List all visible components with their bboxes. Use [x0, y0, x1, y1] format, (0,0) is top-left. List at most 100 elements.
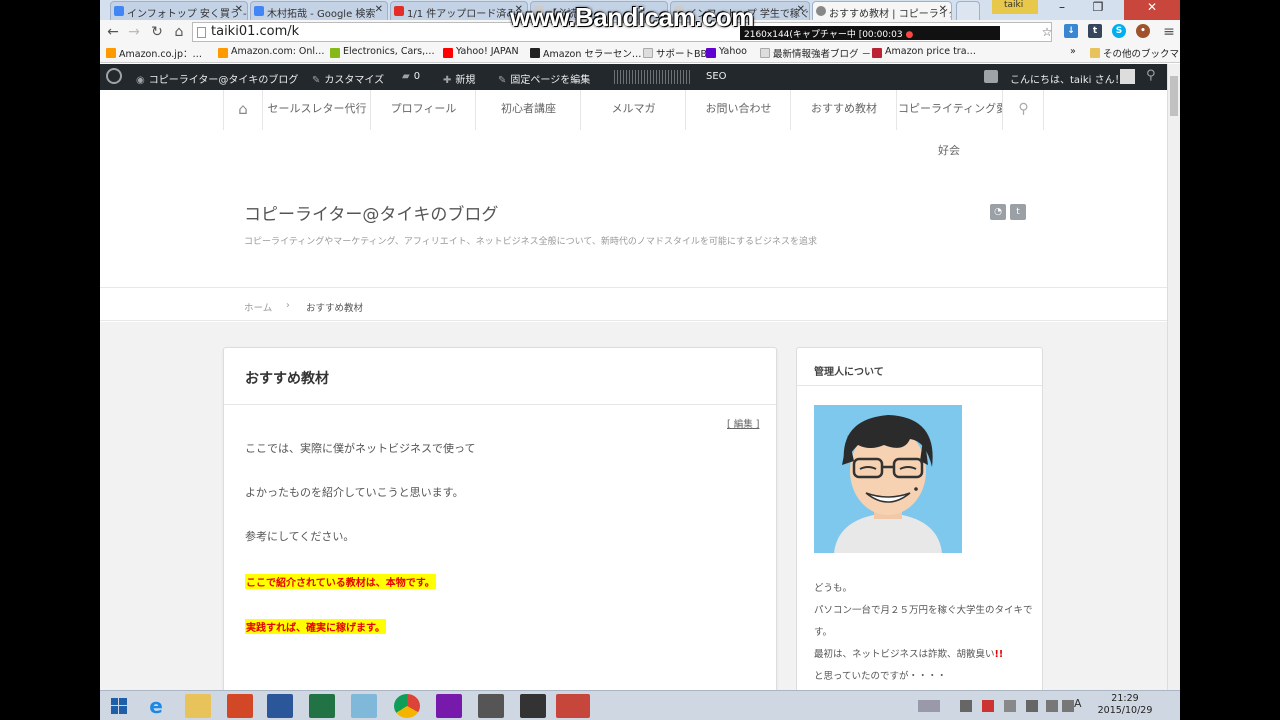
twitter-icon[interactable]: t [1010, 204, 1026, 220]
wordpress-icon[interactable] [106, 68, 122, 84]
admin-customize-link[interactable]: ✎ カスタマイズ [312, 71, 384, 86]
network-icon[interactable] [1046, 700, 1058, 712]
profile-badge[interactable]: taiki [992, 0, 1038, 14]
edit-link[interactable]: [ 編集 ] [727, 416, 759, 430]
bookmark-item[interactable]: Amazon.co.jp：… [106, 46, 202, 60]
bookmark-item[interactable]: Electronics, Cars,… [330, 46, 435, 58]
avatar[interactable] [1120, 69, 1135, 84]
tab-label: 1/1 件アップロード済み - [407, 9, 524, 20]
excel-icon[interactable] [309, 694, 335, 718]
internet-explorer-icon[interactable]: e [143, 694, 169, 718]
sidebar-text: 最初は、ネットビジネスは詐欺、胡散臭い!! [814, 649, 1004, 660]
bookmark-item[interactable]: 最新情報強者ブログ －… [760, 46, 881, 60]
admin-seo-link[interactable]: SEO [706, 71, 727, 82]
admin-edit-page-link[interactable]: ✎ 固定ページを編集 [498, 71, 590, 86]
home-icon[interactable]: ⌂ [170, 23, 188, 41]
rss-icon[interactable]: ◔ [990, 204, 1006, 220]
page-content: ⌂ セールスレター代行 プロフィール 初心者講座 メルマガ お問い合わせ おすす… [100, 90, 1167, 690]
bookmark-item[interactable]: Yahoo! JAPAN [443, 46, 519, 58]
bookmark-item[interactable]: サポートBB [643, 46, 707, 60]
highlight-text: ここで紹介されている教材は、本物です。 [245, 574, 436, 589]
taskbar-clock[interactable]: 21:29 2015/10/29 [1090, 693, 1160, 717]
nav-home-icon[interactable]: ⌂ [224, 90, 263, 130]
clock-date: 2015/10/29 [1097, 705, 1153, 716]
skype-extension-icon[interactable]: S [1112, 24, 1126, 38]
close-icon[interactable]: ✕ [797, 4, 805, 15]
extension-icon[interactable]: • [1136, 24, 1150, 38]
scrollbar-thumb[interactable] [1170, 76, 1178, 116]
keyboard-icon[interactable] [918, 700, 940, 712]
scrollbar[interactable] [1167, 64, 1180, 690]
tray-icon[interactable] [1004, 700, 1016, 712]
reload-button[interactable]: ↻ [148, 23, 166, 41]
tab[interactable]: 1/1 件アップロード済み - ✕ [390, 1, 528, 20]
admin-site-link[interactable]: ◉ コピーライター@タイキのブログ [136, 71, 298, 86]
breadcrumb-home[interactable]: ホーム [244, 300, 272, 314]
volume-icon[interactable] [1062, 700, 1074, 712]
close-window-button[interactable]: ✕ [1124, 0, 1180, 20]
powerpoint-icon[interactable] [227, 694, 253, 718]
page-icon [643, 48, 653, 58]
app-icon[interactable] [351, 694, 377, 718]
wp-admin-bar: ◉ コピーライター@タイキのブログ ✎ カスタマイズ ▰ 0 ✚ 新規 ✎ 固定ページを編… [100, 64, 1167, 90]
forward-button[interactable]: → [125, 23, 143, 41]
close-icon[interactable]: ✕ [375, 4, 383, 15]
nav-item-copywriting[interactable]: コピーライティング愛 [898, 90, 1003, 130]
nav-item-copywriting-overflow[interactable]: 好会 [938, 142, 960, 158]
nav-item-contact[interactable]: お問い合わせ [687, 90, 791, 130]
bookmark-star-icon[interactable]: ☆ [1038, 23, 1056, 41]
nav-item-beginner[interactable]: 初心者講座 [477, 90, 581, 130]
bookmark-item[interactable]: Amazon.com: Onl… [218, 46, 325, 58]
notification-icon[interactable] [984, 70, 998, 83]
nav-item-recommended[interactable]: おすすめ教材 [792, 90, 897, 130]
restore-button[interactable]: ❐ [1080, 0, 1116, 20]
file-explorer-icon[interactable] [185, 694, 211, 718]
chrome-icon[interactable] [394, 694, 420, 718]
admin-new-link[interactable]: ✚ 新規 [443, 71, 475, 86]
windows-start-icon[interactable] [106, 694, 132, 718]
tumblr-extension-icon[interactable]: t [1088, 24, 1102, 38]
download-extension-icon[interactable]: ↓ [1064, 24, 1078, 38]
author-avatar-image [814, 405, 962, 553]
nav-item-sales-letter[interactable]: セールスレター代行 [264, 90, 371, 130]
admin-comments-link[interactable]: ▰ 0 [402, 71, 420, 82]
app-icon[interactable] [478, 694, 504, 718]
bookmark-item[interactable]: Amazon price tra… [872, 46, 976, 58]
new-tab-button[interactable] [956, 1, 980, 20]
nav-item-profile[interactable]: プロフィール [372, 90, 476, 130]
close-icon[interactable]: ✕ [235, 4, 243, 15]
tray-icon[interactable] [982, 700, 994, 712]
taskbar: e A 21:29 2015/10/29 [100, 690, 1180, 720]
tab[interactable]: 木村拓哉 - Google 検索 ✕ [250, 1, 388, 20]
tray-icon[interactable] [960, 700, 972, 712]
tab-active[interactable]: おすすめ教材 | コピーライタ ✕ [812, 1, 952, 20]
onenote-icon[interactable] [436, 694, 462, 718]
plus-icon: ✚ [443, 75, 452, 86]
minimize-button[interactable]: – [1044, 0, 1080, 20]
nav-item-mailmag[interactable]: メルマガ [582, 90, 686, 130]
site-title[interactable]: コピーライター@タイキのブログ [244, 200, 498, 225]
bookmarks-overflow-button[interactable]: » [1070, 46, 1076, 57]
app-icon[interactable] [520, 694, 546, 718]
admin-account-link[interactable]: こんにちは、taiki さん！ [1010, 71, 1125, 86]
youtube-icon [394, 6, 404, 16]
bandicam-taskbar-icon[interactable] [556, 694, 590, 718]
bookmark-item[interactable]: Yahoo [706, 46, 747, 58]
tab[interactable]: インフォトップ 安く買う - Goo ✕ [110, 1, 248, 20]
close-icon[interactable]: ✕ [939, 4, 947, 15]
nav-search-icon[interactable]: ⚲ [1004, 90, 1044, 130]
amazon-icon [530, 48, 540, 58]
back-button[interactable]: ← [104, 23, 122, 41]
bookmark-item[interactable]: Amazon セラーセン… [530, 46, 641, 60]
record-icon[interactable]: ● [906, 30, 914, 40]
stats-sparkline[interactable] [614, 70, 692, 84]
other-bookmarks-folder[interactable]: その他のブックマーク [1090, 46, 1180, 60]
search-icon[interactable]: ⚲ [1146, 68, 1156, 83]
divider [224, 404, 776, 405]
menu-icon[interactable]: ≡ [1160, 23, 1178, 41]
yahoo-icon [706, 48, 716, 58]
tray-icon[interactable] [1026, 700, 1038, 712]
global-nav: ⌂ セールスレター代行 プロフィール 初心者講座 メルマガ お問い合わせ おすす… [223, 90, 1044, 130]
word-icon[interactable] [267, 694, 293, 718]
ime-indicator[interactable]: A [1074, 697, 1086, 710]
